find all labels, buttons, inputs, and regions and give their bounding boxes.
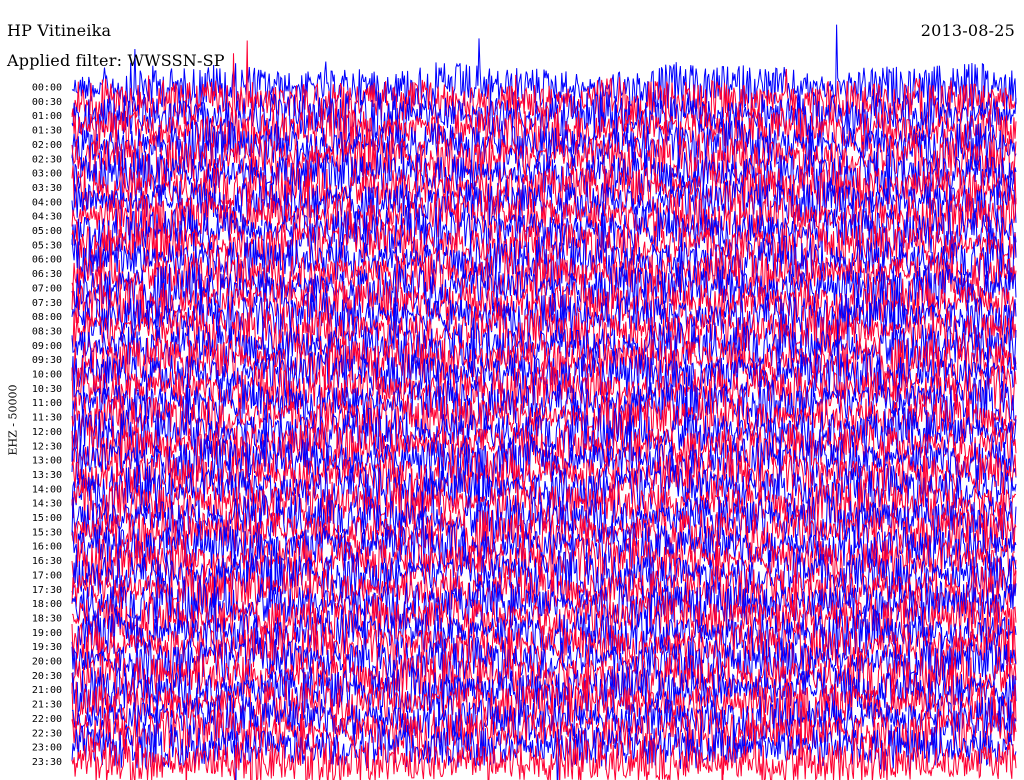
row-label: 08:00 bbox=[32, 312, 62, 323]
row-label: 09:00 bbox=[32, 341, 62, 352]
row-time-labels: 00:00 00:30 01:00 01:30 02:00 02:30 03:00 03:30… bbox=[32, 83, 62, 768]
row-label: 06:00 bbox=[32, 255, 62, 266]
row-label: 03:30 bbox=[32, 183, 62, 194]
row-label: 00:30 bbox=[32, 97, 62, 108]
row-label: 21:00 bbox=[32, 685, 62, 696]
row-label: 18:00 bbox=[32, 599, 62, 610]
row-label: 05:30 bbox=[32, 240, 62, 251]
row-label: 23:30 bbox=[32, 757, 62, 768]
row-label: 16:00 bbox=[32, 542, 62, 553]
row-label: 08:30 bbox=[32, 326, 62, 337]
channel-label: EHZ - 50000 bbox=[6, 384, 20, 456]
row-label: 20:30 bbox=[32, 671, 62, 682]
applied-filter-label: Applied filter: WWSSN-SP bbox=[7, 51, 225, 70]
row-label: 07:30 bbox=[32, 298, 62, 309]
row-label: 15:30 bbox=[32, 527, 62, 538]
row-label: 12:00 bbox=[32, 427, 62, 438]
row-label: 02:30 bbox=[32, 154, 62, 165]
row-label: 04:30 bbox=[32, 212, 62, 223]
row-label: 17:30 bbox=[32, 585, 62, 596]
row-label: 21:30 bbox=[32, 700, 62, 711]
row-label: 11:30 bbox=[32, 413, 62, 424]
row-label: 05:00 bbox=[32, 226, 62, 237]
row-label: 17:00 bbox=[32, 570, 62, 581]
row-label: 18:30 bbox=[32, 613, 62, 624]
row-label: 03:00 bbox=[32, 169, 62, 180]
row-label: 14:30 bbox=[32, 499, 62, 510]
row-label: 22:30 bbox=[32, 728, 62, 739]
row-label: 16:30 bbox=[32, 556, 62, 567]
row-label: 09:30 bbox=[32, 355, 62, 366]
row-label: 15:00 bbox=[32, 513, 62, 524]
row-label: 19:00 bbox=[32, 628, 62, 639]
row-label: 01:00 bbox=[32, 111, 62, 122]
row-label: 22:00 bbox=[32, 714, 62, 725]
row-label: 13:30 bbox=[32, 470, 62, 481]
seismic-traces bbox=[71, 24, 1017, 780]
station-title: HP Vitineika bbox=[7, 21, 112, 40]
row-label: 02:00 bbox=[32, 140, 62, 151]
row-label: 06:30 bbox=[32, 269, 62, 280]
record-date: 2013-08-25 bbox=[920, 21, 1015, 40]
row-label: 10:00 bbox=[32, 370, 62, 381]
row-label: 14:00 bbox=[32, 484, 62, 495]
row-label: 23:00 bbox=[32, 743, 62, 754]
row-label: 10:30 bbox=[32, 384, 62, 395]
row-label: 04:00 bbox=[32, 197, 62, 208]
row-label: 20:00 bbox=[32, 657, 62, 668]
row-label: 11:00 bbox=[32, 398, 62, 409]
row-label: 13:00 bbox=[32, 456, 62, 467]
helicorder-plot: 00:00 00:30 01:00 01:30 02:00 02:30 03:00 03:30… bbox=[32, 24, 1017, 780]
row-label: 19:30 bbox=[32, 642, 62, 653]
row-label: 07:00 bbox=[32, 283, 62, 294]
row-label: 00:00 bbox=[32, 83, 62, 94]
row-label: 12:30 bbox=[32, 441, 62, 452]
row-label: 01:30 bbox=[32, 126, 62, 137]
